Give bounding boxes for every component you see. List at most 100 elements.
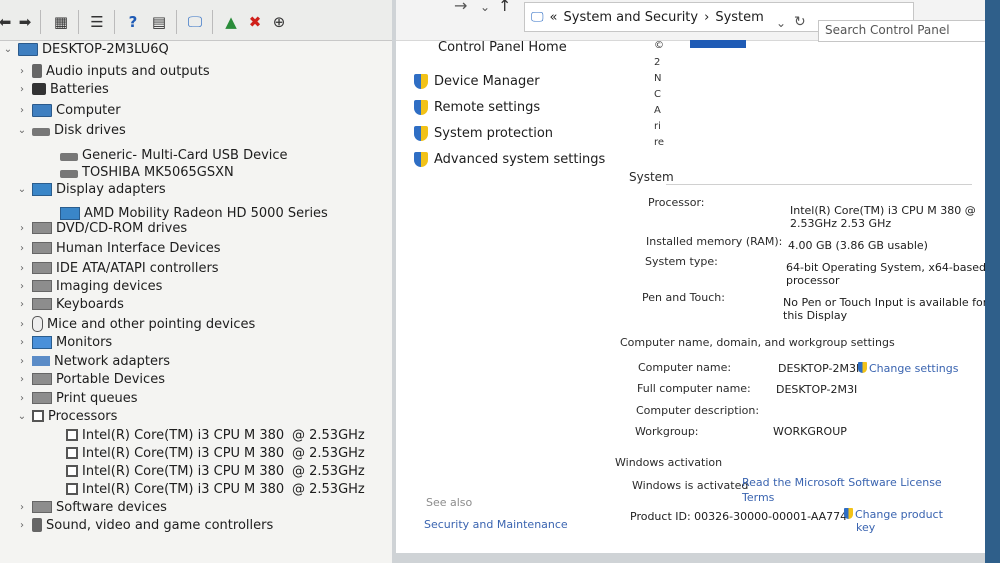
chevron-right-icon[interactable]: › (16, 520, 28, 531)
help-icon[interactable]: ? (122, 12, 144, 32)
category-hid[interactable]: › Human Interface Devices (16, 239, 221, 257)
properties-icon[interactable]: ▦ (50, 12, 72, 32)
category-disk-drives[interactable]: ⌄ Disk drives (16, 121, 126, 139)
category-dvd[interactable]: › DVD/CD-ROM drives (16, 219, 187, 237)
chevron-right-icon[interactable]: › (16, 84, 28, 95)
advanced-system-settings-link[interactable]: Advanced system settings (414, 152, 605, 167)
category-audio[interactable]: › Audio inputs and outputs (16, 62, 210, 80)
chevron-right-icon[interactable]: › (16, 502, 28, 513)
category-print-queues[interactable]: › Print queues (16, 389, 138, 407)
processor-item[interactable]: Intel(R) Core(TM) i3 CPU M 380 @ 2.53GHz (62, 462, 365, 480)
chevron-right-icon[interactable]: › (16, 299, 28, 310)
change-product-key-label-line2[interactable]: key (856, 521, 875, 534)
processor-item[interactable]: Intel(R) Core(TM) i3 CPU M 380 @ 2.53GHz (62, 480, 365, 498)
category-network[interactable]: › Network adapters (16, 352, 170, 370)
chevron-down-icon[interactable]: ⌄ (16, 411, 28, 422)
processor-item[interactable]: Intel(R) Core(TM) i3 CPU M 380 @ 2.53GHz (62, 426, 365, 444)
computer-name-heading: Computer name, domain, and workgroup set… (620, 336, 895, 349)
truncated-text: A (654, 105, 661, 116)
category-batteries[interactable]: › Batteries (16, 80, 109, 98)
category-label: Imaging devices (56, 278, 163, 294)
processor-icon (66, 429, 78, 441)
chevron-right-icon[interactable]: › (16, 263, 28, 274)
computer-icon (18, 42, 38, 56)
tree-root[interactable]: ⌄ DESKTOP-2M3LU6Q (2, 40, 169, 58)
hid-icon (32, 242, 52, 254)
forward-arrow-icon[interactable]: ➡ (14, 12, 36, 32)
speaker-icon (32, 64, 42, 78)
system-protection-link[interactable]: System protection (414, 126, 553, 141)
category-portable[interactable]: › Portable Devices (16, 370, 165, 388)
processor-model: M 380 (244, 427, 285, 443)
computer-icon (32, 103, 52, 117)
nav-link-label: System protection (434, 126, 554, 141)
license-terms-link-line2[interactable]: Terms (742, 491, 774, 504)
category-display-adapters[interactable]: ⌄ Display adapters (16, 180, 166, 198)
search-input[interactable]: Search Control Panel (818, 20, 996, 42)
chevron-right-icon[interactable]: › (16, 374, 28, 385)
change-product-key-link[interactable]: Change product (844, 508, 943, 521)
category-processors[interactable]: ⌄ Processors (16, 407, 118, 425)
toolbar-separator (114, 10, 115, 34)
refresh-icon[interactable]: ↻ (794, 14, 806, 30)
category-sound[interactable]: › Sound, video and game controllers (16, 516, 273, 534)
uninstall-x-icon[interactable]: ✖ (244, 12, 266, 32)
chevron-right-icon[interactable]: › (16, 223, 28, 234)
processor-frequency: @ 2.53GHz (292, 463, 365, 479)
processor-model: M 380 (244, 463, 285, 479)
category-imaging[interactable]: › Imaging devices (16, 277, 162, 295)
chevron-right-icon[interactable]: › (16, 356, 28, 367)
workgroup-value: WORKGROUP (773, 425, 847, 438)
pen-and-touch-value: No Pen or Touch Input is available for (783, 296, 988, 309)
device-item[interactable]: TOSHIBA MK5065GSXN (56, 163, 234, 181)
disk-icon (32, 128, 50, 136)
device-manager-toolbar: ⬅ ➡ ▦ ☰ ? ▤ 🖵 ▲ ✖ ⊕ (0, 0, 392, 41)
desktop-background (985, 0, 1000, 563)
chevron-down-icon[interactable]: ⌄ (16, 125, 28, 136)
up-arrow-icon[interactable]: ↑ (498, 0, 511, 15)
category-computer[interactable]: › Computer (16, 101, 121, 119)
chevron-down-icon[interactable]: ⌄ (16, 184, 28, 195)
download-icon[interactable]: ⊕ (268, 12, 290, 32)
control-panel-home-link[interactable]: Control Panel Home (438, 40, 567, 55)
device-item[interactable]: Generic- Multi-Card USB Device (56, 146, 288, 164)
update-driver-icon[interactable]: ▲ (220, 12, 242, 32)
chevron-right-icon[interactable]: › (16, 243, 28, 254)
forward-arrow-icon[interactable]: → (454, 0, 467, 15)
chevron-down-icon[interactable]: ⌄ (776, 16, 786, 30)
chevron-right-icon[interactable]: › (16, 281, 28, 292)
shield-icon (858, 362, 867, 373)
ide-controller-icon (32, 262, 52, 274)
category-mice[interactable]: › Mice and other pointing devices (16, 315, 255, 333)
category-software[interactable]: › Software devices (16, 498, 167, 516)
chevron-right-icon[interactable]: › (16, 105, 28, 116)
chevron-down-icon[interactable]: ⌄ (480, 0, 490, 14)
chevron-right-icon[interactable]: › (16, 337, 28, 348)
license-terms-link[interactable]: Read the Microsoft Software License (742, 476, 942, 489)
change-settings-link[interactable]: Change settings (858, 362, 958, 375)
category-ide[interactable]: › IDE ATA/ATAPI controllers (16, 259, 219, 277)
dvd-drive-icon (32, 222, 52, 234)
category-monitors[interactable]: › Monitors (16, 333, 112, 351)
breadcrumb-item-system[interactable]: System (715, 10, 763, 25)
truncated-text: © (654, 40, 664, 51)
security-and-maintenance-link[interactable]: Security and Maintenance (424, 518, 568, 531)
network-adapter-icon (32, 356, 50, 366)
breadcrumb-separator: « (549, 9, 558, 25)
category-label: Portable Devices (56, 371, 165, 387)
chevron-right-icon[interactable]: › (16, 319, 28, 330)
device-manager-link[interactable]: Device Manager (414, 74, 540, 89)
category-keyboards[interactable]: › Keyboards (16, 295, 124, 313)
breadcrumb-item-system-and-security[interactable]: System and Security (564, 10, 699, 25)
monitor-icon[interactable]: 🖵 (184, 12, 206, 32)
chevron-down-icon[interactable]: ⌄ (2, 44, 14, 55)
chevron-right-icon[interactable]: › (16, 393, 28, 404)
change-settings-label: Change settings (869, 362, 959, 375)
list-view-icon[interactable]: ☰ (86, 12, 108, 32)
chevron-right-icon[interactable]: › (16, 66, 28, 77)
toolbar-separator (176, 10, 177, 34)
remote-settings-link[interactable]: Remote settings (414, 100, 540, 115)
processor-item[interactable]: Intel(R) Core(TM) i3 CPU M 380 @ 2.53GHz (62, 444, 365, 462)
system-type-value: 64-bit Operating System, x64-based (786, 261, 986, 274)
details-icon[interactable]: ▤ (148, 12, 170, 32)
